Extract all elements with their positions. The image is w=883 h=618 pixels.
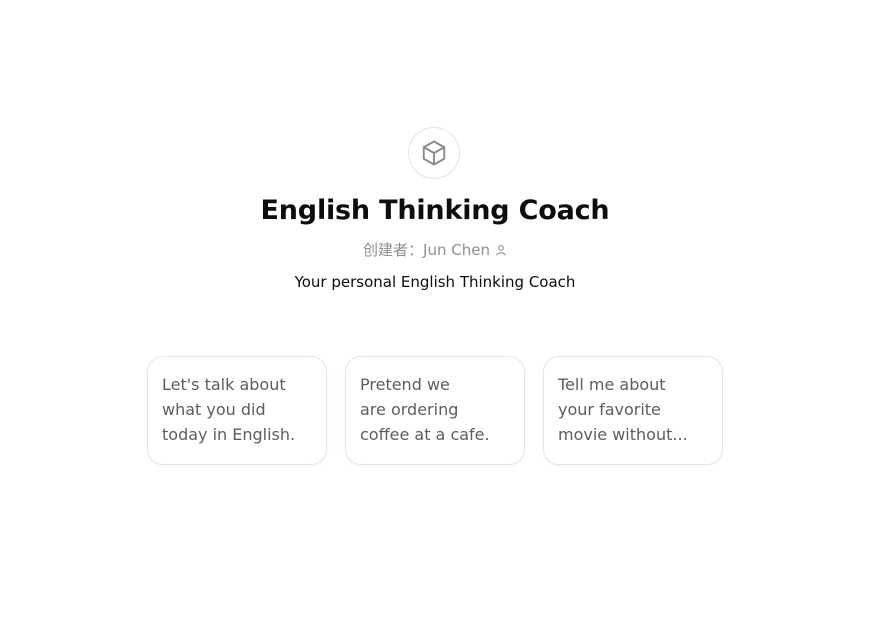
gizmo-title: English Thinking Coach	[260, 195, 610, 226]
creator-name[interactable]: Jun Chen	[423, 240, 490, 260]
starter-text: Let's talk about what you did today in E…	[162, 375, 296, 444]
starter-text: Tell me about your favorite movie withou…	[558, 375, 688, 444]
starter-card[interactable]: Let's talk about what you did today in E…	[147, 356, 327, 465]
conversation-starters: Let's talk about what you did today in E…	[147, 356, 723, 465]
creator-prefix: 创建者：	[363, 241, 424, 259]
starter-card[interactable]: Pretend we are ordering coffee at a cafe…	[345, 356, 525, 465]
gizmo-intro: English Thinking Coach 创建者： Jun Chen You…	[0, 0, 883, 618]
creator-line: 创建者： Jun Chen	[0, 240, 870, 260]
cube-icon	[419, 138, 449, 168]
gizmo-description: Your personal English Thinking Coach	[294, 273, 576, 291]
starter-card[interactable]: Tell me about your favorite movie withou…	[543, 356, 723, 465]
starter-text: Pretend we are ordering coffee at a cafe…	[360, 375, 490, 444]
gizmo-avatar	[408, 127, 460, 179]
person-icon	[495, 244, 507, 256]
